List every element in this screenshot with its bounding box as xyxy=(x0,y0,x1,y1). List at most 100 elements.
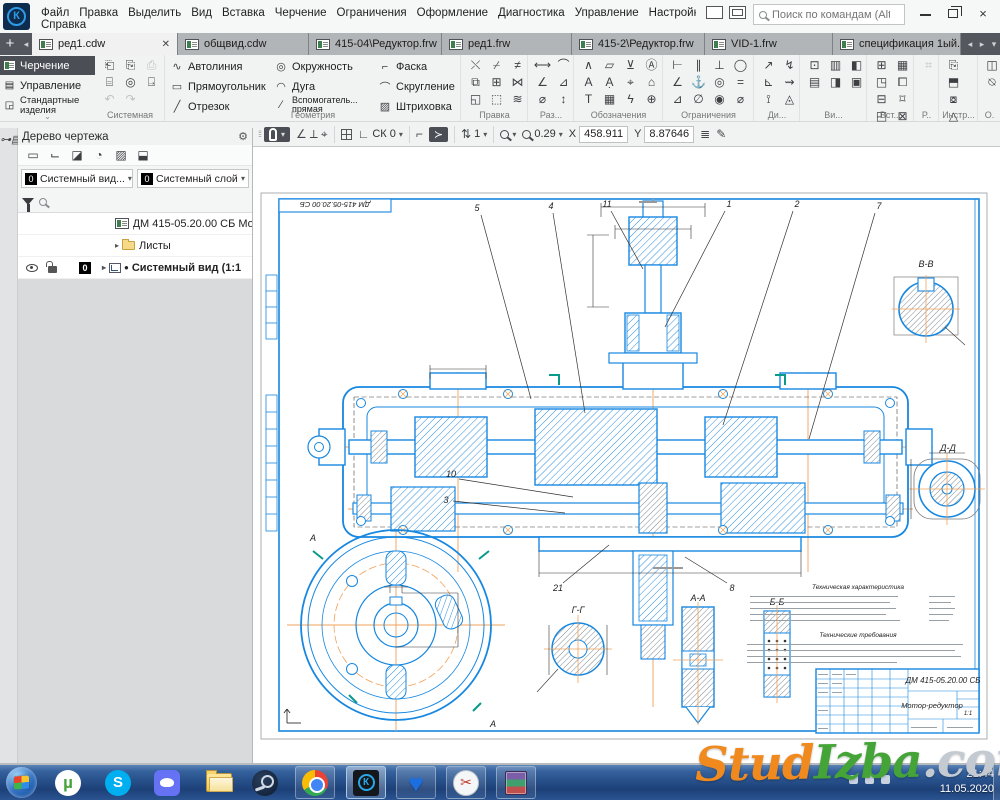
tab-vid-1-frw[interactable]: VID-1.frw xyxy=(705,33,833,55)
constraint-tool-2[interactable]: ∥ xyxy=(688,57,709,74)
set-management[interactable]: ▤Управление xyxy=(0,76,95,95)
taskbar-heart-app[interactable]: ♥ xyxy=(396,766,436,799)
edit-tool-5[interactable]: ⊞ xyxy=(486,74,507,91)
tab-specification[interactable]: спецификация 1ый... xyxy=(833,33,961,55)
o-tool-1[interactable]: ◫ xyxy=(982,57,1000,74)
dimension-tool-3[interactable]: ∠ xyxy=(532,74,553,91)
set-drawing[interactable]: Черчение xyxy=(0,56,95,75)
menu-item-10[interactable]: Управление xyxy=(570,6,644,19)
close-button[interactable]: × xyxy=(973,6,993,24)
style-picker-button[interactable]: ✎ xyxy=(716,127,726,141)
snap-toggle[interactable]: ▾ xyxy=(264,127,290,142)
tab-415-2-reduktor[interactable]: 415-2\Редуктор.frw xyxy=(572,33,705,55)
menu-item-4[interactable]: Вид xyxy=(186,6,217,19)
menu-item-8[interactable]: Оформление xyxy=(412,6,493,19)
notation-tool-3[interactable]: ⊻ xyxy=(620,57,641,74)
constraint-tool-6[interactable]: ⚓ xyxy=(688,74,709,91)
snap-mode-icon-2[interactable]: ⟂ xyxy=(310,127,318,142)
insert-tool-5[interactable]: ⊟ xyxy=(871,91,892,108)
diagnostic-tool-5[interactable]: ⟟ xyxy=(758,91,779,108)
tree-toolbar-icon-4[interactable]: ◔ xyxy=(88,147,110,164)
edit-tool-2[interactable]: ⌿ xyxy=(486,57,507,74)
layer-filter-combo[interactable]: 0 Системный слой ▾ xyxy=(137,169,249,188)
constraint-tool-10[interactable]: ∅ xyxy=(688,91,709,108)
x-value[interactable]: 458.911 xyxy=(579,126,628,143)
tree-toolbar-icon-5[interactable]: ▨ xyxy=(110,147,132,164)
constraint-tool-4[interactable]: ◯ xyxy=(730,57,751,74)
tree-toolbar-icon-2[interactable]: ⌙ xyxy=(44,147,66,164)
notation-tool-1[interactable]: ∧ xyxy=(578,57,599,74)
tabs-scroll-right-icon[interactable]: ▸ xyxy=(976,33,988,55)
line-scale-select[interactable]: ⇅1▾ xyxy=(461,127,487,141)
constraint-tool-7[interactable]: ◎ xyxy=(709,74,730,91)
notation-tool-4[interactable]: Ⓐ xyxy=(641,57,662,74)
insert-tool-3[interactable]: ◳ xyxy=(871,74,892,91)
constraint-tool-11[interactable]: ◉ xyxy=(709,91,730,108)
visibility-eye-icon[interactable] xyxy=(26,264,38,272)
taskbar-utorrent[interactable]: µ xyxy=(48,766,88,799)
r-tool-1[interactable]: ⌗ xyxy=(918,57,939,74)
system-tool-8[interactable]: ↷ xyxy=(120,91,141,108)
search-input[interactable] xyxy=(772,9,890,21)
tree-toolbar-icon-1[interactable]: ▭ xyxy=(22,147,44,164)
dimension-tool-6[interactable]: ↕ xyxy=(553,91,574,108)
tool-chamfer[interactable]: ⌐Фаска xyxy=(378,57,427,76)
filter-icon[interactable] xyxy=(22,198,34,205)
tabs-list-icon[interactable]: ▾ xyxy=(988,33,1000,55)
system-tool-5[interactable]: ◎ xyxy=(120,74,141,91)
snap-mode-icon-3[interactable]: ⌖ xyxy=(321,127,328,142)
constraint-tool-1[interactable]: ⊢ xyxy=(667,57,688,74)
taskbar-steam[interactable] xyxy=(245,766,285,799)
instrument-tool-3[interactable]: ⧇ xyxy=(943,91,964,108)
new-tab-button[interactable]: + xyxy=(0,33,20,55)
ortho-toggle[interactable]: ⌐ xyxy=(416,127,423,141)
diagnostic-tool-3[interactable]: ⊾ xyxy=(758,74,779,91)
y-value[interactable]: 8.87646 xyxy=(644,126,694,143)
sets-chevron-icon[interactable]: ⌄ xyxy=(0,112,95,121)
instrument-tool-1[interactable]: ⎘ xyxy=(943,57,964,74)
edit-tool-7[interactable]: ◱ xyxy=(465,91,486,108)
side-strip-icon-1[interactable]: ⊶ xyxy=(0,134,11,146)
tree-toolbar-icon-3[interactable]: ◪ xyxy=(66,147,88,164)
tree-item-sheets[interactable]: ▸ Листы xyxy=(18,235,252,257)
notation-tool-9[interactable]: T xyxy=(578,91,599,108)
command-search[interactable] xyxy=(753,4,905,25)
tool-fillet[interactable]: ⌒Скругление xyxy=(378,77,455,96)
tab-close-icon[interactable]: ✕ xyxy=(162,39,170,50)
edit-tool-4[interactable]: ⧉ xyxy=(465,74,486,91)
view-tool-2[interactable]: ▥ xyxy=(825,57,846,74)
minimize-button[interactable] xyxy=(915,6,935,24)
menu-item-9[interactable]: Диагностика xyxy=(493,6,570,19)
edit-tool-1[interactable]: ⤬ xyxy=(465,57,486,74)
expand-icon[interactable]: ▸ xyxy=(112,241,122,250)
tab-415-04-reduktor[interactable]: 415-04\Редуктор.frw xyxy=(309,33,442,55)
taskbar-discord[interactable] xyxy=(147,766,187,799)
tool-arc[interactable]: ◠Дуга xyxy=(274,77,315,96)
constraint-tool-8[interactable]: = xyxy=(730,74,751,91)
diagnostic-tool-6[interactable]: ◬ xyxy=(779,91,800,108)
insert-tool-6[interactable]: ⌑ xyxy=(892,91,913,108)
window-layout-icon[interactable] xyxy=(706,6,723,19)
grid-toggle[interactable] xyxy=(341,129,352,140)
notation-tool-5[interactable]: A xyxy=(578,74,599,91)
view-tool-3[interactable]: ◧ xyxy=(846,57,867,74)
menu-item-6[interactable]: Черчение xyxy=(270,6,332,19)
tree-item-system-view[interactable]: 0 ▸ ● Системный вид (1:1 xyxy=(18,257,252,279)
tabs-scroll-left-icon[interactable]: ◂ xyxy=(20,33,32,55)
dimension-tool-4[interactable]: ⊿ xyxy=(553,74,574,91)
view-filter-combo[interactable]: 0 Системный вид... ▾ xyxy=(21,169,133,188)
tree-item-document[interactable]: ДМ 415-05.20.00 СБ Мо xyxy=(18,213,252,235)
taskbar-snipping-tool[interactable]: ✂ xyxy=(446,766,486,799)
zoom-menu[interactable]: ▾ xyxy=(500,130,516,139)
edit-tool-9[interactable]: ≋ xyxy=(507,91,528,108)
insert-tool-1[interactable]: ⊞ xyxy=(871,57,892,74)
notation-tool-6[interactable]: Ạ xyxy=(599,74,620,91)
menu-item-11[interactable]: Настройка xyxy=(644,6,696,19)
tool-autoline[interactable]: ∿Автолиния xyxy=(170,57,242,76)
menu-item-3[interactable]: Выделить xyxy=(123,6,186,19)
tree-toolbar-icon-6[interactable]: ⬓ xyxy=(132,147,154,164)
view-tool-1[interactable]: ⊡ xyxy=(804,57,825,74)
taskbar-winrar[interactable] xyxy=(496,766,536,799)
notation-tool-8[interactable]: ⌂ xyxy=(641,74,662,91)
instrument-tool-2[interactable]: ⬒ xyxy=(943,74,964,91)
